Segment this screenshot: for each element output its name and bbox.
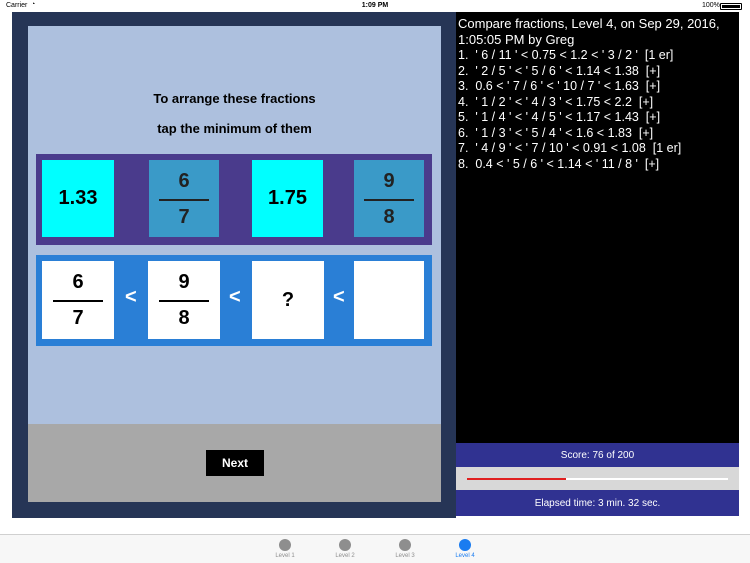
denominator: 8 xyxy=(178,307,190,329)
tab-bar: Level 1 Level 2 Level 3 Level 4 xyxy=(0,534,750,563)
choice-tile-2[interactable]: 6 7 xyxy=(149,160,219,237)
numerator: 9 xyxy=(383,169,395,192)
log-line: 7. ' 4 / 9 ' < ' 7 / 10 ' < 0.91 < 1.08 … xyxy=(458,141,682,155)
results-log: Compare fractions, Level 4, on Sep 29, 2… xyxy=(456,12,739,443)
log-header: Compare fractions, Level 4, on Sep 29, 2… xyxy=(458,16,720,47)
numerator: 6 xyxy=(72,271,84,293)
log-line: 3. 0.6 < ' 7 / 6 ' < ' 10 / 7 ' < 1.63 [… xyxy=(458,79,661,93)
choice-tile-4[interactable]: 9 8 xyxy=(354,160,424,237)
choice-tile-1[interactable]: 1.33 xyxy=(42,160,114,237)
choice-fraction: 6 7 xyxy=(159,171,209,227)
numerator: 9 xyxy=(178,271,190,293)
answer-fraction: 9 8 xyxy=(159,272,209,328)
tab-label: Level 1 xyxy=(275,553,295,559)
status-time: 1:09 PM xyxy=(361,2,389,9)
circle-icon xyxy=(279,539,291,551)
progress-track xyxy=(467,478,728,480)
choice-value: 1.75 xyxy=(268,187,307,209)
tab-level-2[interactable]: Level 2 xyxy=(325,539,365,559)
fraction-bar xyxy=(159,300,209,302)
fraction-bar xyxy=(53,300,103,302)
denominator: 8 xyxy=(383,205,395,228)
answer-slot-4 xyxy=(354,261,424,339)
tab-level-4[interactable]: Level 4 xyxy=(445,539,485,559)
log-line: 5. ' 1 / 4 ' < ' 4 / 5 ' < 1.17 < 1.43 [… xyxy=(458,110,661,124)
status-bar: Carrier ◔ 1:09 PM 100% xyxy=(0,0,750,12)
fraction-bar xyxy=(364,198,414,201)
log-line: 4. ' 1 / 2 ' < ' 4 / 3 ' < 1.75 < 2.2 [+… xyxy=(458,94,654,109)
log-list: 1. ' 6 / 11 ' < 0.75 < 1.2 < ' 3 / 2 ' [… xyxy=(458,48,737,172)
denominator: 7 xyxy=(178,205,190,228)
tab-level-1[interactable]: Level 1 xyxy=(265,539,305,559)
circle-icon xyxy=(459,539,471,551)
answer-slot-2: 9 8 xyxy=(148,261,220,339)
numerator: 6 xyxy=(178,169,190,192)
log-line: 8. 0.4 < ' 5 / 6 ' < 1.14 < ' 11 / 8 ' [… xyxy=(458,156,660,171)
tab-level-3[interactable]: Level 3 xyxy=(385,539,425,559)
log-line: 6. ' 1 / 3 ' < ' 5 / 4 ' < 1.6 < 1.83 [+… xyxy=(458,125,654,140)
instruction-line-2: tap the minimum of them xyxy=(157,121,312,136)
choice-value: 1.33 xyxy=(58,187,98,209)
tab-label: Level 4 xyxy=(455,553,475,559)
placeholder-question: ? xyxy=(281,288,295,311)
choice-fraction: 9 8 xyxy=(364,171,414,227)
circle-icon xyxy=(339,539,351,551)
choice-tile-3[interactable]: 1.75 xyxy=(252,160,323,237)
fraction-bar xyxy=(159,198,209,201)
score-label: Score: 76 of 200 xyxy=(456,443,739,467)
less-than-symbol: < xyxy=(125,286,137,308)
circle-icon xyxy=(399,539,411,551)
log-line: 2. ' 2 / 5 ' < ' 5 / 6 ' < 1.14 < 1.38 [… xyxy=(458,63,661,78)
progress-fill xyxy=(467,478,567,480)
next-button[interactable]: Next xyxy=(206,450,264,476)
app-screen: Carrier ◔ 1:09 PM 100% To arrange these … xyxy=(0,0,750,563)
less-than-symbol: < xyxy=(333,286,345,308)
denominator: 7 xyxy=(72,307,84,329)
elapsed-time-label: Elapsed time: 3 min. 32 sec. xyxy=(456,490,739,516)
log-line: 1. ' 6 / 11 ' < 0.75 < 1.2 < ' 3 / 2 ' [… xyxy=(458,48,674,62)
answer-fraction: 6 7 xyxy=(53,272,103,328)
battery-icon xyxy=(720,3,742,10)
answer-slot-3: ? xyxy=(252,261,324,339)
tab-label: Level 2 xyxy=(335,553,355,559)
answer-slot-1: 6 7 xyxy=(42,261,114,339)
progress-area xyxy=(456,467,739,490)
tab-label: Level 3 xyxy=(395,553,415,559)
instruction-line-1: To arrange these fractions xyxy=(153,91,316,106)
battery-percent: 100% xyxy=(702,2,720,9)
less-than-symbol: < xyxy=(229,286,241,308)
